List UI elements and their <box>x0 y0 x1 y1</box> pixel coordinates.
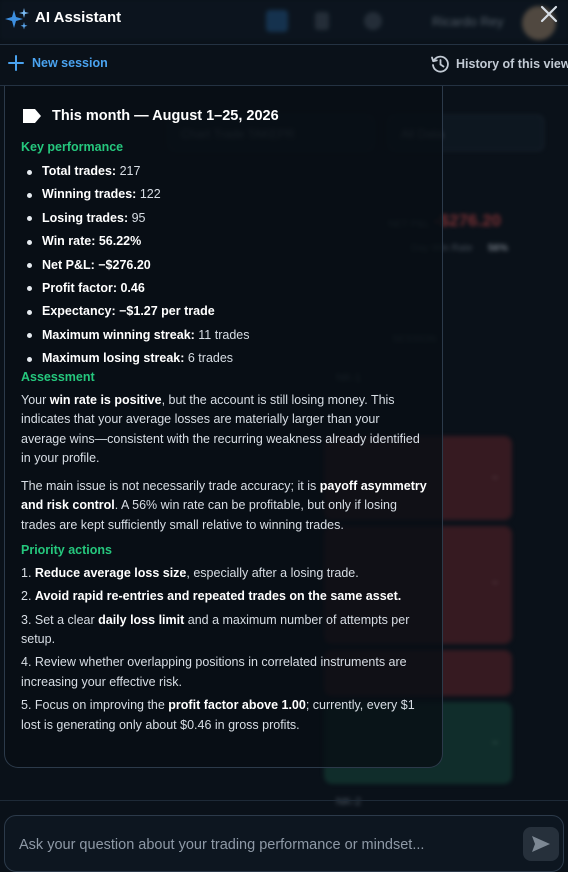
text-run: 2. <box>21 589 35 604</box>
assessment-paragraph-2: The main issue is not necessarily trade … <box>21 477 428 536</box>
list-item: Expectancy: −$1.27 per trade <box>21 305 428 328</box>
text-run-bold: Reduce average loss size <box>34 566 187 581</box>
input-divider <box>0 800 568 801</box>
assessment-paragraph-1: Your win rate is positive, but the accou… <box>21 391 428 469</box>
list-item: 1. Reduce average loss size, especially … <box>21 564 428 584</box>
text-run: 4. Review whether overlapping positions … <box>21 655 407 689</box>
assistant-message: This month — August 1–25, 2026 Key perfo… <box>4 86 443 768</box>
list-item: 3. Set a clear daily loss limit and a ma… <box>21 611 428 650</box>
background-net-value: -$276.20 <box>434 211 502 230</box>
text-run: 1. <box>21 566 35 581</box>
metric-label: Winning trades: <box>42 187 137 202</box>
text-run: Your <box>21 392 50 407</box>
text-run: , especially after a losing trade. <box>186 566 359 581</box>
text-run-bold: win rate is positive <box>49 392 162 407</box>
metric-value: 6 trades <box>184 351 234 366</box>
list-item: Profit factor: 0.46 <box>21 280 428 305</box>
close-icon[interactable] <box>538 3 560 25</box>
text-run: 5. Focus on improving the <box>21 698 169 713</box>
metric-value: 95 <box>128 210 146 225</box>
background-row-label: NK-2 <box>336 796 362 808</box>
metric-value: 122 <box>136 187 161 202</box>
text-run-bold: profit factor above 1.00 <box>168 698 306 713</box>
list-item: Win rate: 56.22% <box>21 235 428 258</box>
chat-input[interactable] <box>19 832 499 858</box>
metric-label: Win rate: 56.22% <box>42 234 142 249</box>
priority-actions-list: 1. Reduce average loss size, especially … <box>21 564 428 735</box>
new-session-label: New session <box>32 56 108 70</box>
text-run-bold: daily loss limit <box>98 612 185 627</box>
list-item: 5. Focus on improving the profit factor … <box>21 696 428 735</box>
message-title: This month — August 1–25, 2026 <box>22 108 428 124</box>
list-item: 4. Review whether overlapping positions … <box>21 653 428 692</box>
history-button[interactable]: History of this view <box>430 54 568 74</box>
assistant-title: AI Assistant <box>35 9 122 26</box>
list-item: Maximum winning streak: 11 trades <box>21 327 428 352</box>
text-run: The main issue is not necessarily trade … <box>21 478 320 493</box>
key-performance-heading: Key performance <box>21 140 124 154</box>
list-item: Total trades: 217 <box>21 165 428 188</box>
plus-icon <box>8 55 24 71</box>
list-item: Winning trades: 122 <box>21 188 428 211</box>
send-button[interactable] <box>523 827 559 861</box>
chat-input-box <box>4 815 564 872</box>
send-icon <box>532 836 550 852</box>
session-bar: New session History of this view <box>0 45 568 85</box>
history-label: History of this view <box>456 57 568 71</box>
list-item: Maximum losing streak: 6 trades <box>21 352 428 375</box>
list-item: Losing trades: 95 <box>21 210 428 235</box>
metric-label: Expectancy: −$1.27 per trade <box>42 304 215 319</box>
list-item: Net P&L: −$276.20 <box>21 257 428 282</box>
message-title-text: This month — August 1–25, 2026 <box>52 108 279 124</box>
metric-label: Maximum losing streak: <box>42 351 185 366</box>
metric-label: Profit factor: 0.46 <box>42 280 145 295</box>
history-icon <box>431 55 449 73</box>
metric-value: 217 <box>116 164 141 178</box>
metric-value: 11 trades <box>194 327 250 342</box>
metric-label: Losing trades: <box>42 210 129 225</box>
metric-label: Net P&L: −$276.20 <box>42 257 151 272</box>
metric-label: Maximum winning streak: <box>42 327 195 342</box>
priority-actions-heading: Priority actions <box>21 543 112 558</box>
sparkle-icon <box>5 8 29 30</box>
text-run-bold: Avoid rapid re-entries and repeated trad… <box>34 589 402 604</box>
text-run: 3. Set a clear <box>21 612 99 627</box>
key-performance-list: Total trades: 217 Winning trades: 122 Lo… <box>21 165 428 376</box>
background-win-value: 56% <box>488 243 509 254</box>
assistant-header: AI Assistant <box>0 0 568 44</box>
tag-icon <box>23 109 41 123</box>
list-item: 2. Avoid rapid re-entries and repeated t… <box>21 587 428 607</box>
metric-label: Total trades: <box>42 164 117 178</box>
new-session-button[interactable]: New session <box>8 55 108 71</box>
